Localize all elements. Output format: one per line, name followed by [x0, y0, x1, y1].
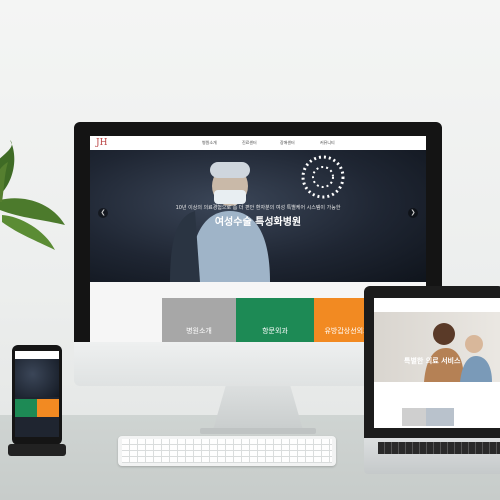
- laptop-hero-text: 특별한 의료 서비스: [404, 357, 461, 365]
- hero-banner: 10년 이상의 의료경험으로 좀 더 편안 환자분의 여성 특별케어 시스템이 …: [90, 150, 426, 282]
- tile-about[interactable]: 병원소개: [162, 298, 236, 342]
- laptop-tile[interactable]: [426, 408, 454, 426]
- laptop-tile[interactable]: [402, 408, 426, 426]
- phone-hero: [15, 359, 59, 397]
- plant-decoration: [0, 140, 65, 250]
- chevron-left-icon[interactable]: ❮: [98, 208, 108, 218]
- imac-stand: [213, 386, 303, 430]
- phone-navbar: [15, 351, 59, 359]
- site-navbar: JH 병원소개 진료센터 장애센터 커뮤니티: [90, 136, 426, 151]
- phone-tile[interactable]: [15, 399, 37, 417]
- phone-screen: [15, 351, 59, 437]
- mother-child-image: [424, 323, 492, 382]
- laptop: 특별한 의료 서비스: [364, 286, 500, 474]
- smartphone: [12, 345, 62, 445]
- nav-item-about[interactable]: 병원소개: [202, 140, 217, 146]
- hero-subtitle: 10년 이상의 의료경험으로 좀 더 편안 환자분의 여성 특별케어 시스템이 …: [175, 205, 341, 211]
- laptop-keyboard: [378, 442, 500, 454]
- imac-stand-base: [200, 428, 316, 434]
- keyboard: [118, 436, 336, 466]
- tile-label: 병원소개: [186, 327, 212, 335]
- phone-dock: [8, 444, 66, 456]
- tile-proctology[interactable]: 항문외과: [236, 298, 314, 342]
- hero-title: 여성수술 특성화병원: [214, 217, 302, 228]
- nav-item-facilities[interactable]: 장애센터: [280, 140, 295, 146]
- surgical-lamp-image: [301, 155, 345, 199]
- chevron-right-icon[interactable]: ❯: [408, 208, 418, 218]
- keyboard-rows: [122, 439, 332, 463]
- laptop-hero: 특별한 의료 서비스: [374, 312, 500, 382]
- nav-item-centers[interactable]: 진료센터: [242, 140, 257, 146]
- nav-item-community[interactable]: 커뮤니티: [320, 140, 335, 146]
- laptop-screen: 특별한 의료 서비스: [374, 298, 500, 428]
- laptop-navbar: [374, 298, 500, 313]
- site-logo[interactable]: JH: [96, 138, 107, 148]
- tile-label: 항문외과: [262, 327, 288, 335]
- laptop-base: [364, 438, 500, 474]
- laptop-lid: 특별한 의료 서비스: [364, 286, 500, 438]
- phone-tile[interactable]: [37, 399, 59, 417]
